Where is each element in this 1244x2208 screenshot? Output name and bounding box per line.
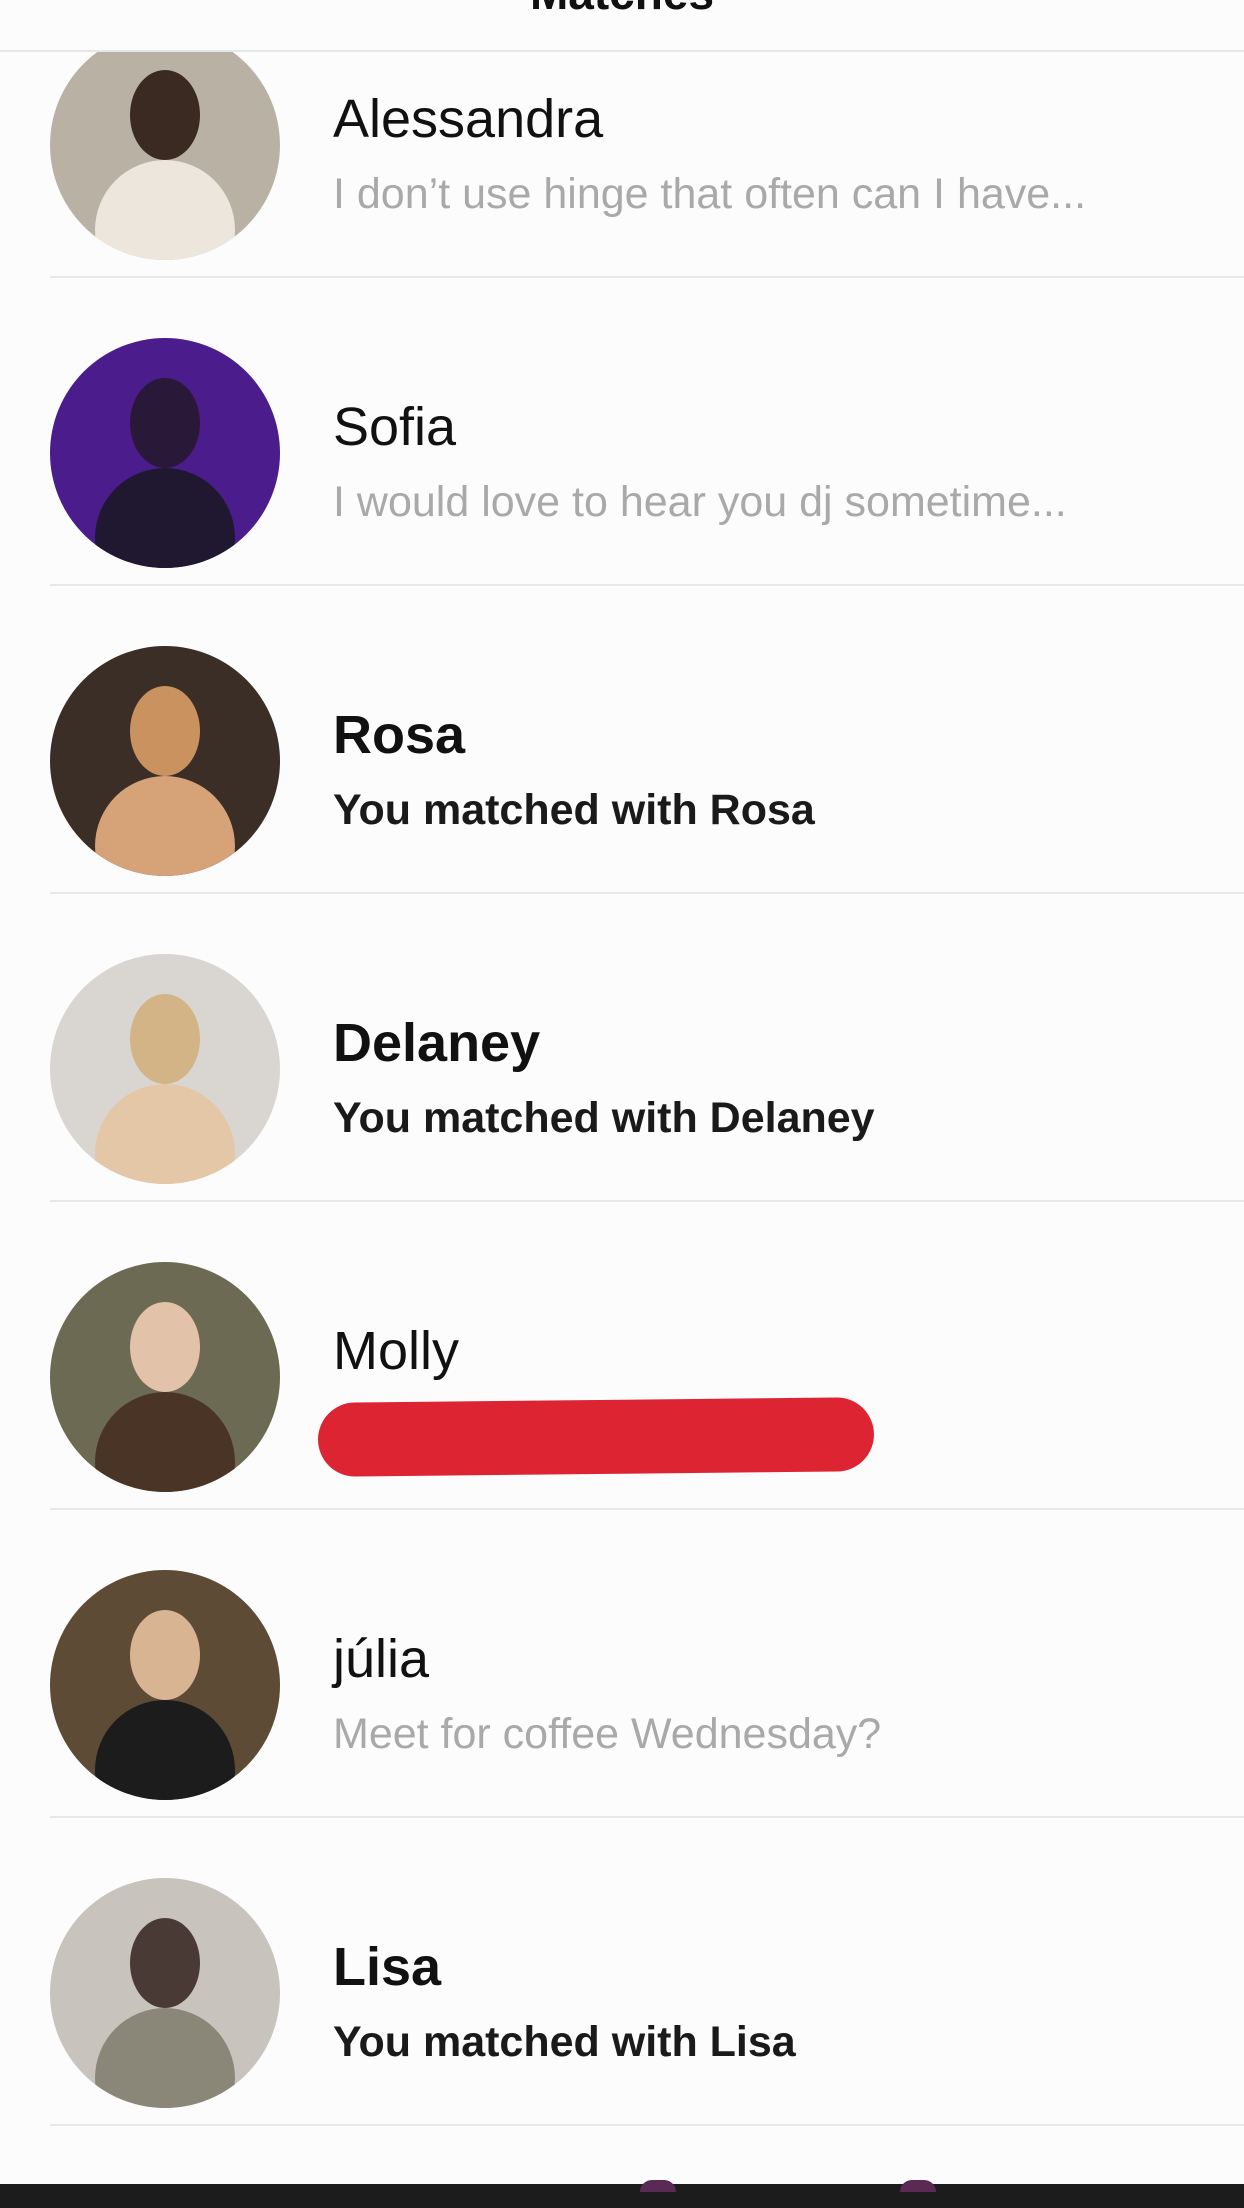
match-name: Alessandra <box>333 89 604 149</box>
match-row-molly[interactable]: Molly <box>50 1202 1244 1510</box>
tab-indicator <box>900 2180 936 2192</box>
matched-status: You matched with Delaney <box>333 1094 875 1142</box>
match-name: Rosa <box>333 705 466 765</box>
matches-list: Alessandra I don’t use hinge that often … <box>0 0 1244 2126</box>
avatar[interactable] <box>50 954 280 1184</box>
message-preview: Meet for coffee Wednesday? <box>333 1710 882 1758</box>
match-row-lisa[interactable]: Lisa You matched with Lisa <box>50 1818 1244 2126</box>
avatar[interactable] <box>50 1878 280 2108</box>
tab-indicator <box>640 2180 676 2192</box>
avatar[interactable] <box>50 646 280 876</box>
message-preview: I would love to hear you dj sometime... <box>333 478 1067 526</box>
top-header: Matches <box>0 0 1244 52</box>
match-row-sofia[interactable]: Sofia I would love to hear you dj someti… <box>50 278 1244 586</box>
tab-bar <box>0 2184 1244 2208</box>
match-row-delaney[interactable]: Delaney You matched with Delaney <box>50 894 1244 1202</box>
match-name: júlia <box>333 1629 430 1689</box>
page-title: Matches <box>0 0 1244 20</box>
redaction-mark <box>317 1397 875 1477</box>
message-preview: I don’t use hinge that often can I have.… <box>333 170 1087 218</box>
match-name: Lisa <box>333 1937 442 1997</box>
matches-screen: Alessandra I don’t use hinge that often … <box>0 0 1244 2208</box>
match-name: Molly <box>333 1321 460 1381</box>
matched-status: You matched with Lisa <box>333 2018 796 2066</box>
match-name: Delaney <box>333 1013 541 1073</box>
avatar[interactable] <box>50 1262 280 1492</box>
match-name: Sofia <box>333 397 457 457</box>
match-row-julia[interactable]: júlia Meet for coffee Wednesday? <box>50 1510 1244 1818</box>
match-row-rosa[interactable]: Rosa You matched with Rosa <box>50 586 1244 894</box>
matched-status: You matched with Rosa <box>333 786 815 834</box>
avatar[interactable] <box>50 1570 280 1800</box>
avatar[interactable] <box>50 30 280 260</box>
avatar[interactable] <box>50 338 280 568</box>
